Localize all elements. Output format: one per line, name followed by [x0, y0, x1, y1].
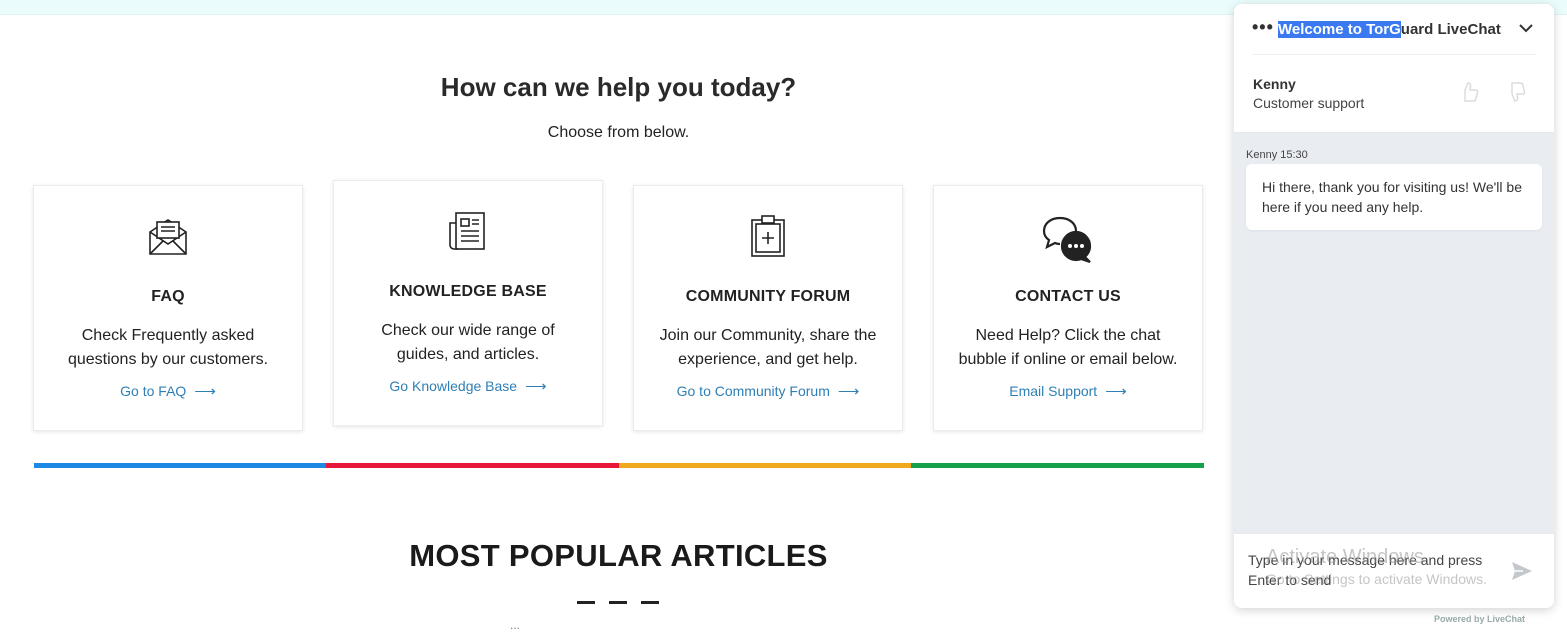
heading-dashes	[577, 601, 659, 604]
chat-header: ••• Welcome to TorGuard LiveChat Kenny C…	[1234, 4, 1554, 133]
arrow-right-icon: ⟶	[194, 383, 216, 400]
newspaper-icon	[334, 209, 602, 259]
livechat-widget: ••• Welcome to TorGuard LiveChat Kenny C…	[1234, 4, 1554, 608]
chat-bubbles-icon	[934, 214, 1202, 264]
thumbs-down-icon[interactable]	[1502, 78, 1530, 106]
popular-articles-heading: MOST POPULAR ARTICLES	[409, 538, 828, 573]
link-label: Go to Community Forum	[676, 383, 830, 399]
help-heading: How can we help you today?	[440, 72, 797, 102]
chat-title: Welcome to TorGuard LiveChat	[1278, 21, 1501, 38]
chat-menu-icon[interactable]: •••	[1252, 17, 1274, 38]
card-contact-us: CONTACT US Need Help? Click the chat bub…	[933, 185, 1203, 431]
email-support-link[interactable]: Email Support ⟶	[934, 382, 1202, 400]
colorbar-green	[911, 463, 1204, 468]
agent-role: Customer support	[1253, 95, 1365, 111]
chat-input-area	[1234, 533, 1554, 608]
card-title: COMMUNITY FORUM	[685, 288, 851, 305]
card-community-forum: COMMUNITY FORUM Join our Community, shar…	[633, 185, 903, 431]
powered-by-livechat: Powered by LiveChat	[1434, 614, 1526, 624]
card-title: KNOWLEDGE BASE	[389, 283, 547, 300]
title-rest: uard LiveChat	[1400, 21, 1501, 38]
go-to-faq-link[interactable]: Go to FAQ ⟶	[34, 382, 302, 400]
card-description: Check our wide range of guides, and arti…	[381, 322, 555, 363]
arrow-right-icon: ⟶	[1105, 383, 1127, 400]
colorbar-blue	[34, 463, 326, 468]
card-title: CONTACT US	[1015, 288, 1121, 305]
card-description: Need Help? Click the chat bubble if onli…	[958, 327, 1178, 368]
message-meta: Kenny 15:30	[1246, 149, 1308, 161]
card-title: FAQ	[151, 288, 185, 305]
card-knowledge-base: KNOWLEDGE BASE Check our wide range of g…	[333, 180, 603, 426]
link-label: Go to FAQ	[120, 383, 187, 399]
help-subtitle: Choose from below.	[547, 124, 690, 141]
send-icon[interactable]	[1510, 560, 1534, 582]
clipboard-icon	[634, 214, 902, 264]
envelope-icon	[34, 214, 302, 264]
cut-off-text: ...	[510, 618, 521, 632]
card-faq: FAQ Check Frequently asked questions by …	[33, 185, 303, 431]
chat-message-input[interactable]	[1248, 550, 1498, 596]
card-description: Check Frequently asked questions by our …	[67, 327, 269, 368]
go-to-community-forum-link[interactable]: Go to Community Forum ⟶	[634, 382, 902, 400]
arrow-right-icon: ⟶	[525, 378, 547, 395]
link-label: Email Support	[1009, 383, 1098, 399]
agent-name: Kenny	[1253, 76, 1296, 92]
chevron-down-icon[interactable]	[1516, 18, 1536, 38]
card-description: Join our Community, share the experience…	[659, 327, 877, 368]
arrow-right-icon: ⟶	[837, 383, 860, 400]
go-knowledge-base-link[interactable]: Go Knowledge Base ⟶	[334, 377, 602, 395]
selected-text: Welcome to TorG	[1278, 21, 1401, 38]
thumbs-up-icon[interactable]	[1455, 78, 1483, 106]
header-divider	[1252, 54, 1536, 55]
message-bubble: Hi there, thank you for visiting us! We'…	[1246, 164, 1542, 230]
colorbar-yellow	[619, 463, 911, 468]
link-label: Go Knowledge Base	[389, 378, 518, 394]
colorbar-red	[326, 463, 619, 468]
chat-messages[interactable]: Kenny 15:30 Hi there, thank you for visi…	[1234, 133, 1554, 533]
